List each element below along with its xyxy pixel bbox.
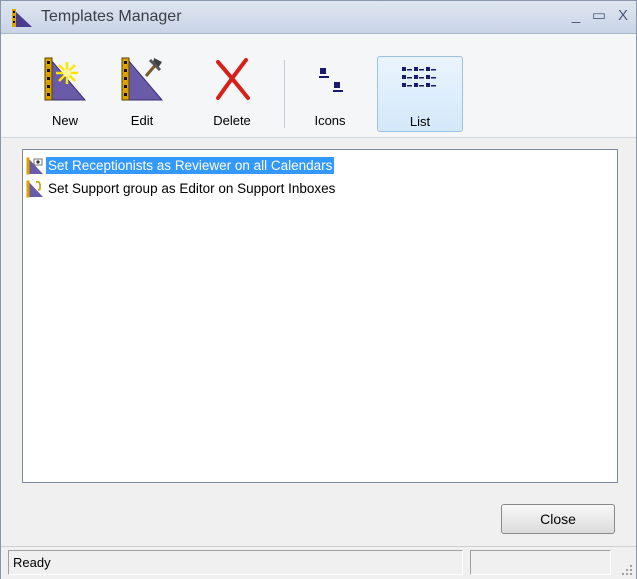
delete-button[interactable]: Delete [203, 56, 261, 132]
status-pane-secondary [470, 550, 611, 575]
icons-view-button[interactable]: Icons [301, 56, 359, 132]
editor-template-icon [26, 180, 43, 197]
icons-view-icon [319, 68, 343, 92]
new-template-icon [44, 57, 87, 101]
list-item[interactable]: Set Receptionists as Reviewer on all Cal… [26, 155, 335, 176]
minimize-button[interactable]: _ [568, 7, 584, 25]
templates-list[interactable]: Set Receptionists as Reviewer on all Cal… [22, 149, 618, 483]
templates-manager-window: Templates Manager _ ▭ X New Edit Delete … [0, 0, 637, 579]
template-name: Set Receptionists as Reviewer on all Cal… [46, 157, 335, 174]
status-text: Ready [13, 555, 51, 570]
list-item[interactable]: Set Support group as Editor on Support I… [26, 178, 337, 199]
template-name: Set Support group as Editor on Support I… [48, 181, 336, 196]
resize-grip-icon[interactable] [621, 564, 633, 576]
title-bar[interactable]: Templates Manager _ ▭ X [1, 1, 636, 34]
window-title: Templates Manager [41, 8, 182, 25]
templates-app-icon [12, 9, 32, 27]
edit-label: Edit [130, 113, 154, 128]
edit-template-icon [121, 57, 164, 101]
maximize-button[interactable]: ▭ [591, 7, 607, 25]
list-view-button[interactable]: List [377, 56, 463, 132]
status-bar: Ready [1, 546, 636, 579]
edit-button[interactable]: Edit [113, 56, 171, 132]
close-button[interactable]: Close [501, 504, 615, 534]
toolbar: New Edit Delete Icons List [1, 34, 636, 138]
delete-x-icon [216, 58, 250, 100]
delete-label: Delete [213, 113, 251, 128]
close-window-button[interactable]: X [615, 7, 631, 25]
list-view-icon [402, 67, 436, 87]
icons-label: Icons [314, 113, 346, 128]
status-pane-main: Ready [8, 550, 463, 575]
list-label: List [409, 114, 431, 129]
reviewer-template-icon [26, 157, 43, 174]
new-label: New [51, 113, 78, 128]
new-button[interactable]: New [36, 56, 94, 132]
toolbar-separator [284, 60, 285, 128]
